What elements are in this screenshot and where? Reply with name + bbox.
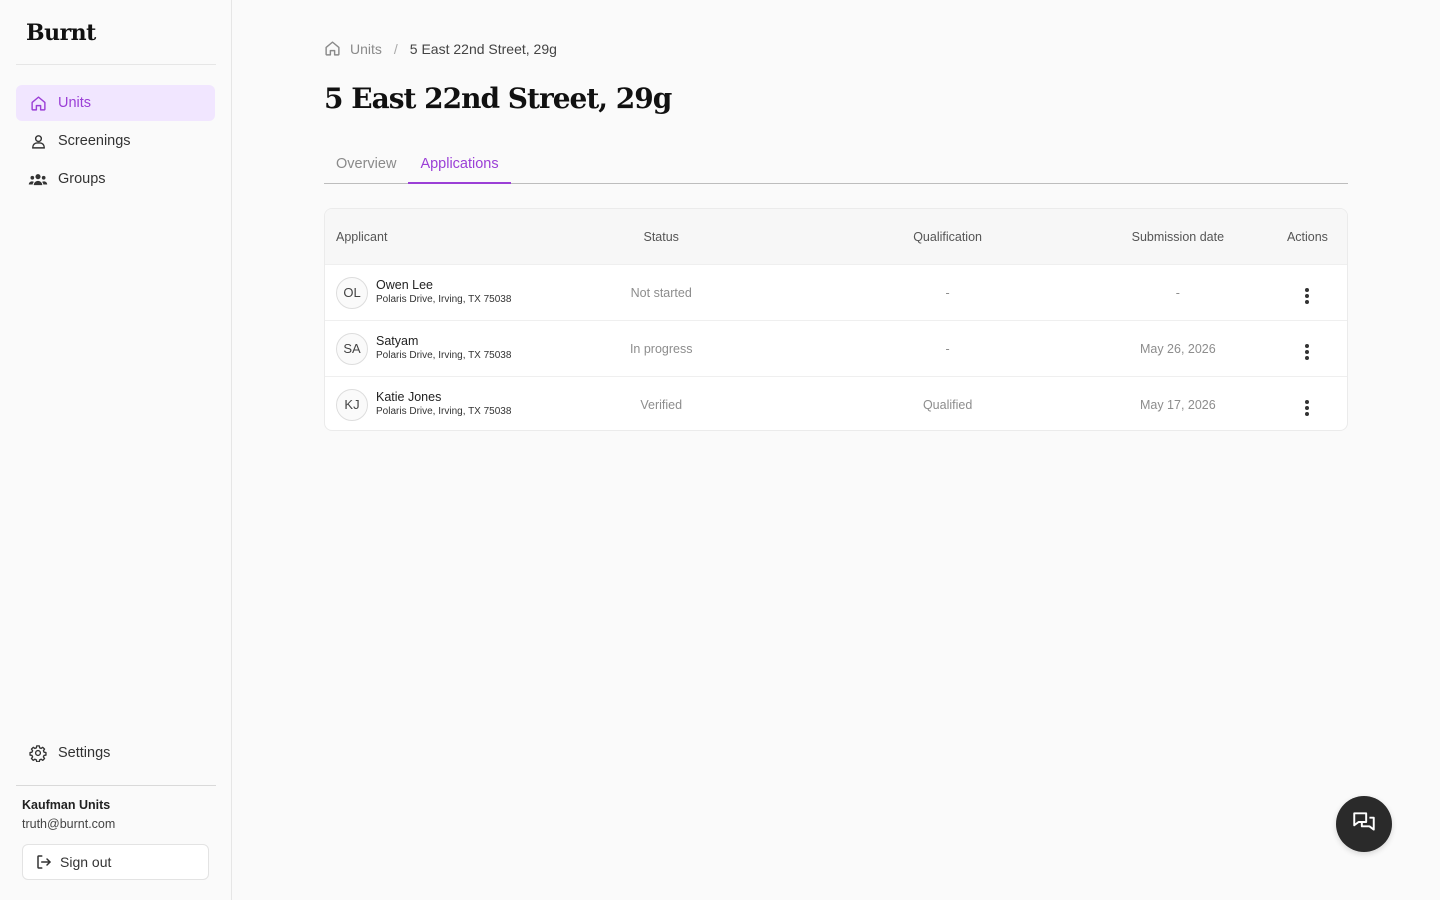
qualification-cell: - <box>945 341 950 356</box>
settings-section: Settings <box>16 735 215 773</box>
actions-cell <box>1268 337 1347 360</box>
submission-date-cell: May 26, 2026 <box>1139 341 1216 356</box>
applicant-cell: KJ Katie Jones Polaris Drive, Irving, TX… <box>325 388 597 421</box>
column-header-applicant: Applicant <box>336 229 388 244</box>
applicant-name: Katie Jones <box>376 390 442 404</box>
actions-cell <box>1268 281 1347 304</box>
sidebar-item-units[interactable]: Units <box>16 85 215 121</box>
sidebar-item-label: Units <box>58 95 92 111</box>
sidebar-item-groups[interactable]: Groups <box>16 161 215 197</box>
avatar: KJ <box>336 388 368 421</box>
sidebar-item-label: Screenings <box>58 133 131 149</box>
breadcrumb-current: 5 East 22nd Street, 29g <box>409 41 557 57</box>
divider <box>16 64 216 65</box>
tab-bar: Overview Applications <box>324 145 1348 184</box>
applications-table: Applicant Status Qualification Submissio… <box>324 208 1348 431</box>
sidebar-item-settings[interactable]: Settings <box>16 735 215 771</box>
more-vertical-icon[interactable] <box>1299 344 1315 360</box>
applicant-name: Owen Lee <box>376 278 433 292</box>
more-vertical-icon[interactable] <box>1299 400 1315 416</box>
page-title: 5 East 22nd Street, 29g <box>324 82 672 115</box>
home-icon[interactable] <box>324 40 342 58</box>
sidebar: Burnt Units Screenings Groups Settings K… <box>0 0 232 900</box>
column-header-submission-date: Submission date <box>1131 229 1225 244</box>
column-header-status: Status <box>643 229 679 244</box>
breadcrumb-link-units[interactable]: Units <box>350 41 382 57</box>
status-cell: Not started <box>630 285 692 300</box>
submission-date-cell: May 17, 2026 <box>1139 397 1216 412</box>
user-icon <box>28 131 48 151</box>
home-icon <box>28 93 48 113</box>
breadcrumb-separator: / <box>393 41 398 57</box>
applicant-address: Polaris Drive, Irving, TX 75038 <box>376 294 512 305</box>
table-row[interactable]: KJ Katie Jones Polaris Drive, Irving, TX… <box>325 376 1347 430</box>
sign-out-label: Sign out <box>60 854 112 870</box>
column-header-qualification: Qualification <box>913 229 982 244</box>
actions-cell <box>1268 393 1347 416</box>
status-cell: Verified <box>640 397 683 412</box>
org-name: Kaufman Units <box>22 798 111 812</box>
sidebar-item-label: Groups <box>58 171 106 187</box>
chat-button[interactable] <box>1336 796 1392 852</box>
qualification-cell: Qualified <box>922 397 973 412</box>
more-vertical-icon[interactable] <box>1299 288 1315 304</box>
applicant-cell: OL Owen Lee Polaris Drive, Irving, TX 75… <box>325 276 597 309</box>
table-row[interactable]: SA Satyam Polaris Drive, Irving, TX 7503… <box>325 320 1347 376</box>
column-header-actions: Actions <box>1286 229 1328 244</box>
logo[interactable]: Burnt <box>26 20 96 46</box>
org-email: truth@burnt.com <box>22 817 116 831</box>
tab-overview[interactable]: Overview <box>324 145 408 184</box>
sign-out-icon <box>35 853 53 871</box>
applicant-name: Satyam <box>376 334 419 348</box>
avatar: OL <box>336 276 368 309</box>
divider <box>16 785 216 786</box>
applicant-address: Polaris Drive, Irving, TX 75038 <box>376 350 512 361</box>
applicant-address: Polaris Drive, Irving, TX 75038 <box>376 406 512 417</box>
avatar: SA <box>336 332 368 365</box>
gear-icon <box>28 743 48 763</box>
users-icon <box>28 169 48 189</box>
sign-out-button[interactable]: Sign out <box>22 844 209 880</box>
status-cell: In progress <box>629 341 693 356</box>
sidebar-item-screenings[interactable]: Screenings <box>16 123 215 159</box>
tab-applications[interactable]: Applications <box>408 145 511 184</box>
submission-date-cell: - <box>1175 285 1180 300</box>
table-header: Applicant Status Qualification Submissio… <box>325 209 1347 264</box>
applicant-cell: SA Satyam Polaris Drive, Irving, TX 7503… <box>325 332 597 365</box>
sidebar-nav: Units Screenings Groups <box>16 85 215 199</box>
sidebar-item-label: Settings <box>58 745 111 761</box>
qualification-cell: - <box>945 285 950 300</box>
table-row[interactable]: OL Owen Lee Polaris Drive, Irving, TX 75… <box>325 264 1347 320</box>
chat-icon <box>1351 809 1377 840</box>
breadcrumb: Units / 5 East 22nd Street, 29g <box>324 40 557 58</box>
